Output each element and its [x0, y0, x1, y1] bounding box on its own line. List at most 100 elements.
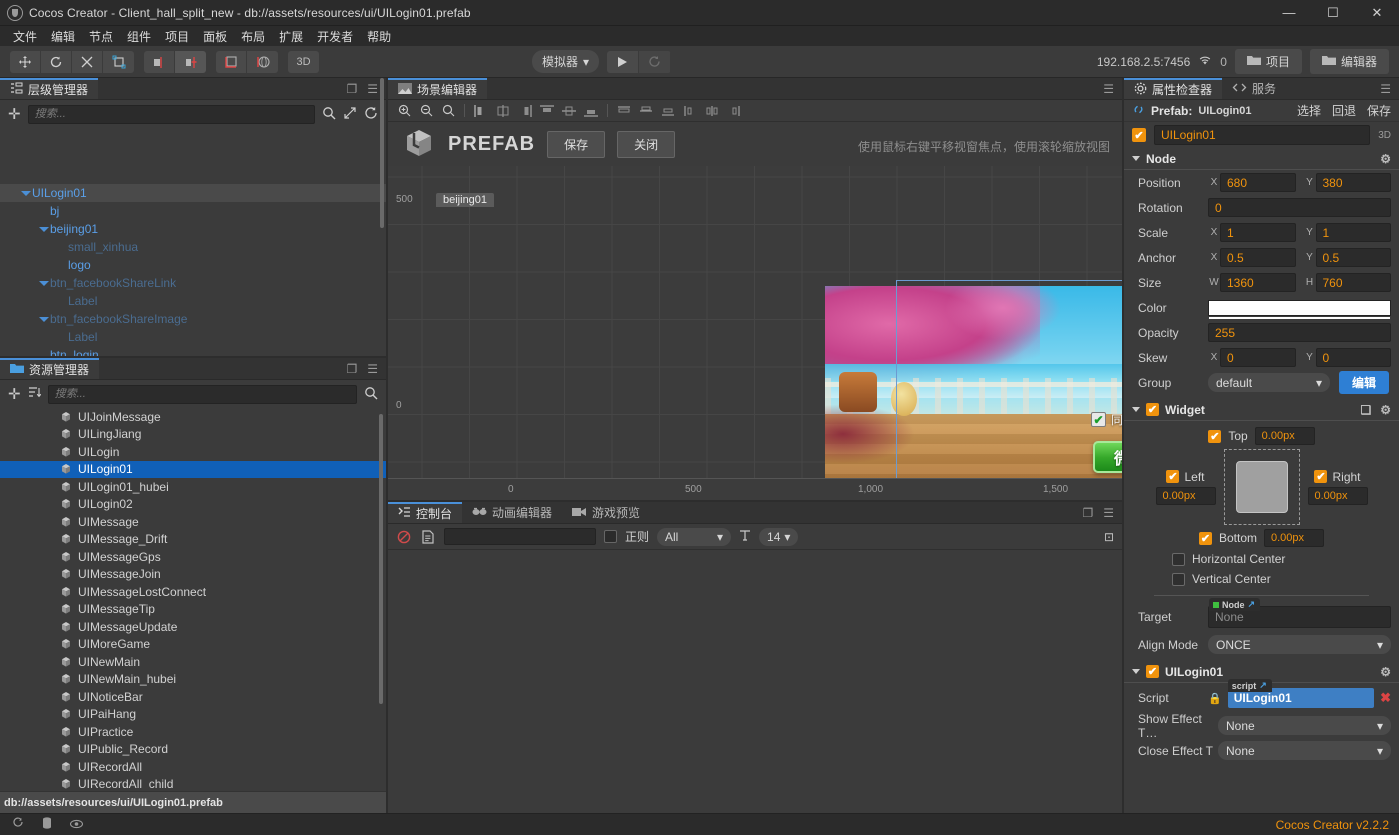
prefab-close-button[interactable]: 关闭 [617, 130, 676, 158]
close-button[interactable]: ✕ [1355, 0, 1399, 26]
center-tool-icon[interactable] [175, 50, 206, 73]
open-project-button[interactable]: 项目 [1234, 49, 1302, 74]
chevron-down-icon[interactable] [38, 224, 49, 234]
rotation-input[interactable]: 0 [1208, 198, 1391, 217]
hierarchy-node-row[interactable]: logo [0, 256, 386, 274]
prefab-revert-button[interactable]: 回退 [1332, 102, 1356, 119]
open-target-icon[interactable]: ↗ [1248, 599, 1256, 610]
scale-tool-icon[interactable] [72, 50, 103, 73]
asset-list-item[interactable]: UIMessageUpdate [0, 618, 386, 636]
distribute-bottom-icon[interactable] [658, 102, 678, 120]
scale-y-input[interactable]: 1 [1315, 223, 1391, 242]
assets-search-box[interactable] [47, 384, 357, 404]
chevron-down-icon[interactable] [20, 188, 31, 198]
expand-all-icon[interactable] [343, 106, 357, 123]
pivot-tool-icon[interactable] [144, 50, 175, 73]
agreement-row[interactable]: ✔ 同意用户使用协议 [1091, 411, 1122, 428]
widget-top-checkbox[interactable]: ✔ [1208, 429, 1222, 443]
eye-icon[interactable] [69, 818, 84, 832]
hierarchy-node-row[interactable]: small_xinhua [0, 238, 386, 256]
minimize-button[interactable]: — [1267, 0, 1311, 26]
remove-script-icon[interactable]: ✖ [1380, 690, 1391, 706]
play-button[interactable] [606, 50, 639, 73]
asset-list-item[interactable]: UIPublic_Record [0, 741, 386, 759]
assets-scrollbar[interactable] [379, 414, 383, 704]
console-filter-input[interactable] [444, 528, 596, 545]
asset-list-item[interactable]: UIRecordAll [0, 758, 386, 776]
opacity-input[interactable]: 255 [1208, 323, 1391, 342]
tab-animation-editor[interactable]: 动画编辑器 [462, 502, 563, 523]
vertical-center-row[interactable]: Vertical Center [1124, 569, 1399, 589]
hierarchy-node-row[interactable]: btn_login [0, 346, 386, 356]
hierarchy-search-box[interactable] [27, 104, 315, 124]
tab-assets[interactable]: 资源管理器 [0, 358, 100, 379]
local-coord-tool-icon[interactable] [216, 50, 247, 73]
maximize-button[interactable]: ☐ [1311, 0, 1355, 26]
asset-list-item[interactable]: UILogin01 [0, 460, 386, 478]
clear-console-icon[interactable] [396, 529, 412, 545]
menu-component[interactable]: 组件 [120, 27, 158, 46]
hierarchy-node-row[interactable]: UILogin01 [0, 184, 386, 202]
tab-game-preview[interactable]: 游戏预览 [562, 502, 651, 523]
popout-icon-assets[interactable]: ❐ [346, 362, 357, 376]
asset-list-item[interactable]: UIMessageGps [0, 548, 386, 566]
widget-help-icon[interactable]: ❑ [1360, 403, 1371, 417]
menu-panel[interactable]: 面板 [196, 27, 234, 46]
asset-list-item[interactable]: UILogin02 [0, 496, 386, 514]
node-section-gear-icon[interactable]: ⚙ [1380, 152, 1391, 166]
asset-list-item[interactable]: UIMessage_Drift [0, 531, 386, 549]
hierarchy-node-row[interactable]: Label [0, 292, 386, 310]
zoom-in-icon[interactable] [394, 102, 414, 120]
add-node-icon[interactable]: ✛ [8, 107, 21, 122]
align-bottom-icon[interactable] [581, 102, 601, 120]
asset-list-item[interactable]: UILogin01_hubei [0, 478, 386, 496]
widget-bottom-input[interactable]: 0.00px [1264, 529, 1324, 547]
refresh-hierarchy-icon[interactable] [364, 106, 378, 123]
simulator-dropdown[interactable]: 模拟器 ▾ [531, 50, 599, 73]
position-y-input[interactable]: 380 [1315, 173, 1391, 192]
show-effect-dropdown[interactable]: None ▾ [1218, 716, 1391, 735]
prefab-select-button[interactable]: 选择 [1297, 102, 1321, 119]
hierarchy-node-row[interactable]: bj [0, 202, 386, 220]
group-dropdown[interactable]: default ▾ [1208, 373, 1330, 392]
global-coord-tool-icon[interactable] [247, 50, 278, 73]
align-mode-dropdown[interactable]: ONCE ▾ [1208, 635, 1391, 654]
menu-edit[interactable]: 编辑 [44, 27, 82, 46]
asset-list-item[interactable]: UIMessage [0, 513, 386, 531]
widget-section-header[interactable]: ✔ Widget ❑ ⚙ [1124, 399, 1399, 421]
widget-enabled-checkbox[interactable]: ✔ [1146, 403, 1159, 416]
menu-help[interactable]: 帮助 [360, 27, 398, 46]
anchor-y-input[interactable]: 0.5 [1315, 248, 1391, 267]
align-left-icon[interactable] [471, 102, 491, 120]
size-w-input[interactable]: 1360 [1220, 273, 1296, 292]
node-name-input[interactable]: UILogin01 [1154, 125, 1371, 145]
search-icon-assets[interactable] [364, 386, 378, 403]
widget-right-input[interactable]: 0.00px [1307, 486, 1368, 505]
hamburger-menu-icon-inspector[interactable]: ☰ [1380, 82, 1391, 96]
chevron-down-icon[interactable] [38, 314, 49, 324]
popout-icon[interactable]: ❐ [346, 82, 357, 96]
hierarchy-node-row[interactable]: btn_facebookShareImage [0, 310, 386, 328]
hierarchy-node-row[interactable]: Label [0, 328, 386, 346]
asset-list-item[interactable]: UIRecordAll_child [0, 776, 386, 789]
scene-viewport[interactable]: PREFAB 保存 关闭 使用鼠标右键平移视窗焦点，使用滚轮缩放视图 beiji… [388, 122, 1122, 500]
tab-services[interactable]: 服务 [1222, 78, 1287, 99]
distribute-hleft-icon[interactable] [680, 102, 700, 120]
sort-icon[interactable] [28, 386, 41, 402]
refresh-button[interactable] [638, 50, 671, 73]
asset-list-item[interactable]: UINewMain [0, 653, 386, 671]
distribute-top-icon[interactable] [614, 102, 634, 120]
tab-hierarchy[interactable]: 层级管理器 [0, 78, 99, 99]
menu-file[interactable]: 文件 [6, 27, 44, 46]
hierarchy-node-row[interactable]: beijing01 [0, 220, 386, 238]
horizontal-center-checkbox[interactable] [1172, 552, 1185, 566]
prefab-save-action[interactable]: 保存 [1367, 102, 1391, 119]
menu-extension[interactable]: 扩展 [272, 27, 310, 46]
asset-list-item[interactable]: UIMessageTip [0, 601, 386, 619]
hamburger-menu-icon-console[interactable]: ☰ [1103, 506, 1114, 520]
assets-search-input[interactable] [54, 388, 350, 400]
hamburger-menu-icon[interactable]: ☰ [367, 82, 378, 96]
hierarchy-node-row[interactable]: btn_facebookShareLink [0, 274, 386, 292]
widget-top-input[interactable]: 0.00px [1254, 427, 1315, 445]
position-x-input[interactable]: 680 [1220, 173, 1296, 192]
